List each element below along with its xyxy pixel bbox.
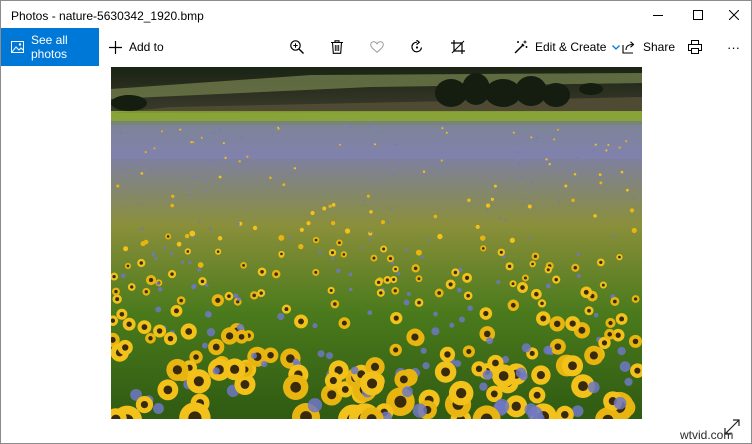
- share-icon: [622, 40, 636, 54]
- rotate-icon: [410, 40, 424, 54]
- zoom-in-icon: [290, 40, 304, 54]
- maximize-icon: [693, 9, 703, 20]
- heart-icon: [370, 41, 384, 53]
- crop-icon: [451, 40, 465, 54]
- close-button[interactable]: [717, 1, 751, 28]
- see-all-photos-button[interactable]: See all photos: [1, 28, 99, 66]
- chevron-down-icon: [612, 44, 621, 50]
- magic-wand-icon: [514, 40, 528, 54]
- image-icon: [11, 41, 24, 53]
- print-button[interactable]: [688, 28, 702, 66]
- share-button[interactable]: Share: [622, 28, 675, 66]
- print-icon: [688, 40, 702, 54]
- sunflower-field-photo[interactable]: [111, 67, 642, 419]
- edit-create-button[interactable]: Edit & Create: [514, 28, 621, 66]
- rotate-button[interactable]: [410, 28, 424, 66]
- close-icon: [729, 9, 739, 20]
- more-dots-icon: ···: [727, 39, 740, 55]
- crop-button[interactable]: [451, 28, 465, 66]
- watermark-text: wtvid.com: [680, 428, 734, 442]
- maximize-button[interactable]: [681, 1, 715, 28]
- share-label: Share: [643, 40, 676, 54]
- plus-icon: [109, 40, 122, 54]
- delete-button[interactable]: [331, 28, 343, 66]
- add-to-button[interactable]: Add to: [109, 28, 164, 66]
- favorite-button[interactable]: [370, 28, 384, 66]
- photo-viewer[interactable]: [1, 66, 751, 443]
- see-all-photos-label: See all photos: [31, 33, 68, 61]
- trash-icon: [331, 40, 343, 54]
- photo-toolbar: See all photos Add to Edit & Create Shar…: [1, 28, 751, 66]
- window-title: Photos - nature-5630342_1920.bmp: [11, 9, 204, 23]
- more-options-button[interactable]: ···: [727, 28, 740, 66]
- minimize-icon: [653, 14, 663, 16]
- add-to-label: Add to: [129, 40, 164, 54]
- edit-create-label: Edit & Create: [535, 40, 607, 54]
- zoom-button[interactable]: [290, 28, 304, 66]
- minimize-button[interactable]: [641, 1, 675, 28]
- photos-app-window: Photos - nature-5630342_1920.bmp See all…: [0, 0, 752, 444]
- title-bar: Photos - nature-5630342_1920.bmp: [1, 1, 751, 28]
